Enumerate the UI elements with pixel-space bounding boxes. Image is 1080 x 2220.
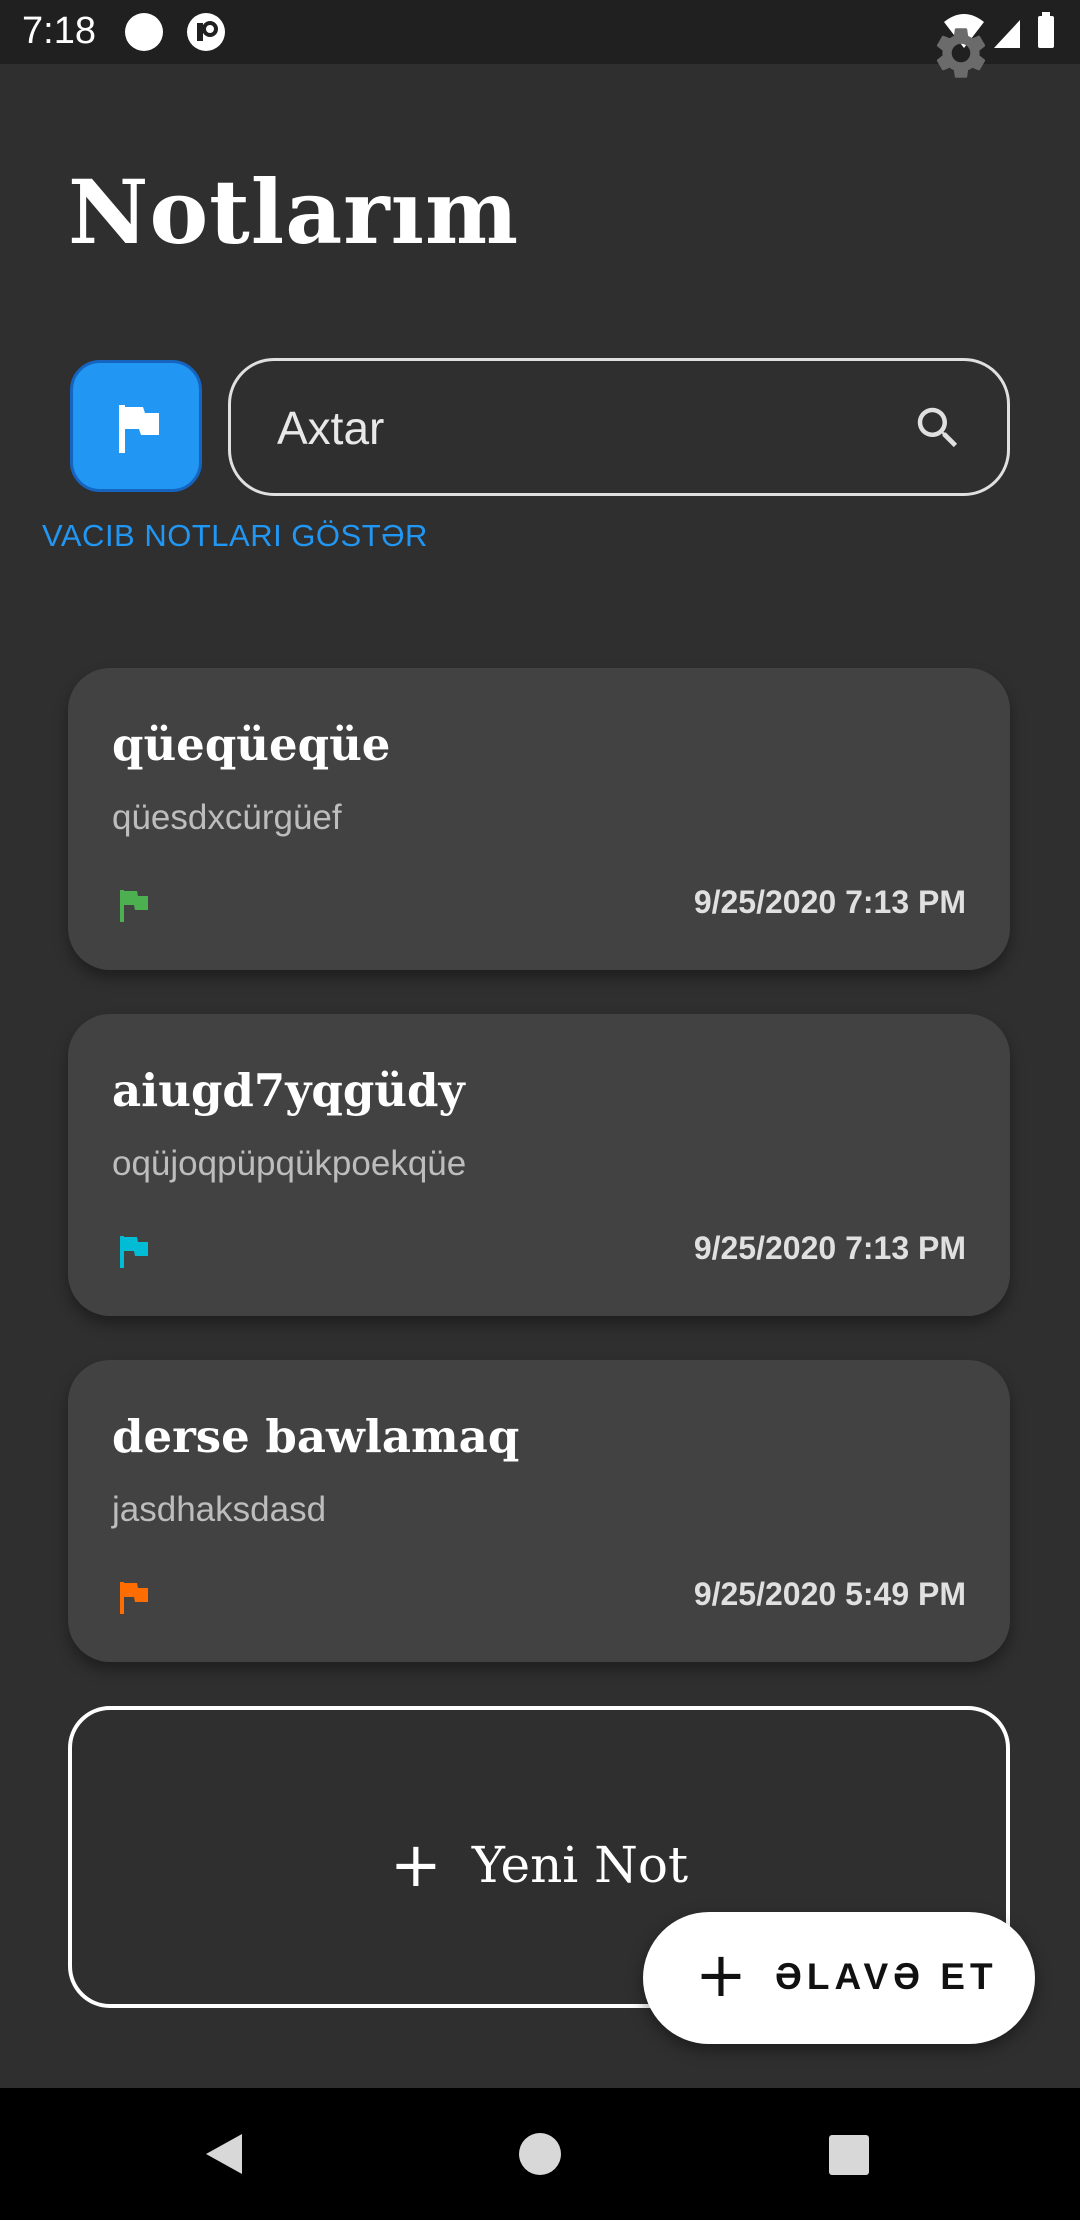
flag-icon [119, 405, 159, 453]
plus-icon: + [389, 1828, 442, 1901]
new-note-label: Yeni Not [471, 1836, 689, 1894]
flag-icon [120, 1236, 148, 1268]
app-notification-icon [187, 13, 225, 51]
note-card[interactable]: derse bawlamaq jasdhaksdasd 9/25/2020 5:… [68, 1360, 1010, 1662]
note-title: derse bawlamaq [112, 1410, 520, 1463]
navigation-bar [0, 2088, 1080, 2220]
important-filter-button[interactable] [70, 360, 202, 492]
home-icon[interactable] [518, 2132, 562, 2176]
note-title: qüeqüeqüe [112, 718, 391, 771]
note-date: 9/25/2020 5:49 PM [693, 1576, 966, 1612]
search-box [228, 358, 1010, 496]
search-icon[interactable] [911, 401, 965, 455]
gear-icon[interactable] [930, 22, 992, 84]
add-fab-button[interactable]: + ƏLAVƏ ET [643, 1912, 1035, 2044]
note-date: 9/25/2020 7:13 PM [693, 1230, 966, 1266]
note-card[interactable]: aiugd7yqgüdy oqüjoqpüpqükpoekqüe 9/25/20… [68, 1014, 1010, 1316]
search-input[interactable] [275, 391, 879, 465]
note-body: jasdhaksdasd [112, 1490, 327, 1529]
show-important-notes-label[interactable]: VACIB NOTLARI GÖSTƏR [42, 518, 428, 554]
note-body: oqüjoqpüpqükpoekqüe [112, 1144, 467, 1183]
page-title: Notlarım [68, 160, 520, 264]
status-time: 7:18 [22, 10, 96, 52]
recents-icon[interactable] [828, 2134, 870, 2176]
flag-icon [120, 1582, 148, 1614]
plus-icon: + [695, 1938, 747, 2011]
flag-icon [120, 890, 148, 922]
note-date: 9/25/2020 7:13 PM [693, 884, 966, 920]
note-body: qüesdxcürgüef [112, 798, 342, 837]
note-card[interactable]: qüeqüeqüe qüesdxcürgüef 9/25/2020 7:13 P… [68, 668, 1010, 970]
add-label: ƏLAVƏ ET [775, 1956, 998, 1997]
notification-dot-icon [125, 13, 163, 51]
status-bar: 7:18 [0, 0, 1080, 64]
signal-icon [994, 20, 1020, 48]
back-icon[interactable] [200, 2130, 248, 2178]
new-note-content: + Yeni Not [72, 1828, 1006, 1901]
battery-icon [1038, 16, 1054, 48]
note-title: aiugd7yqgüdy [112, 1064, 465, 1117]
